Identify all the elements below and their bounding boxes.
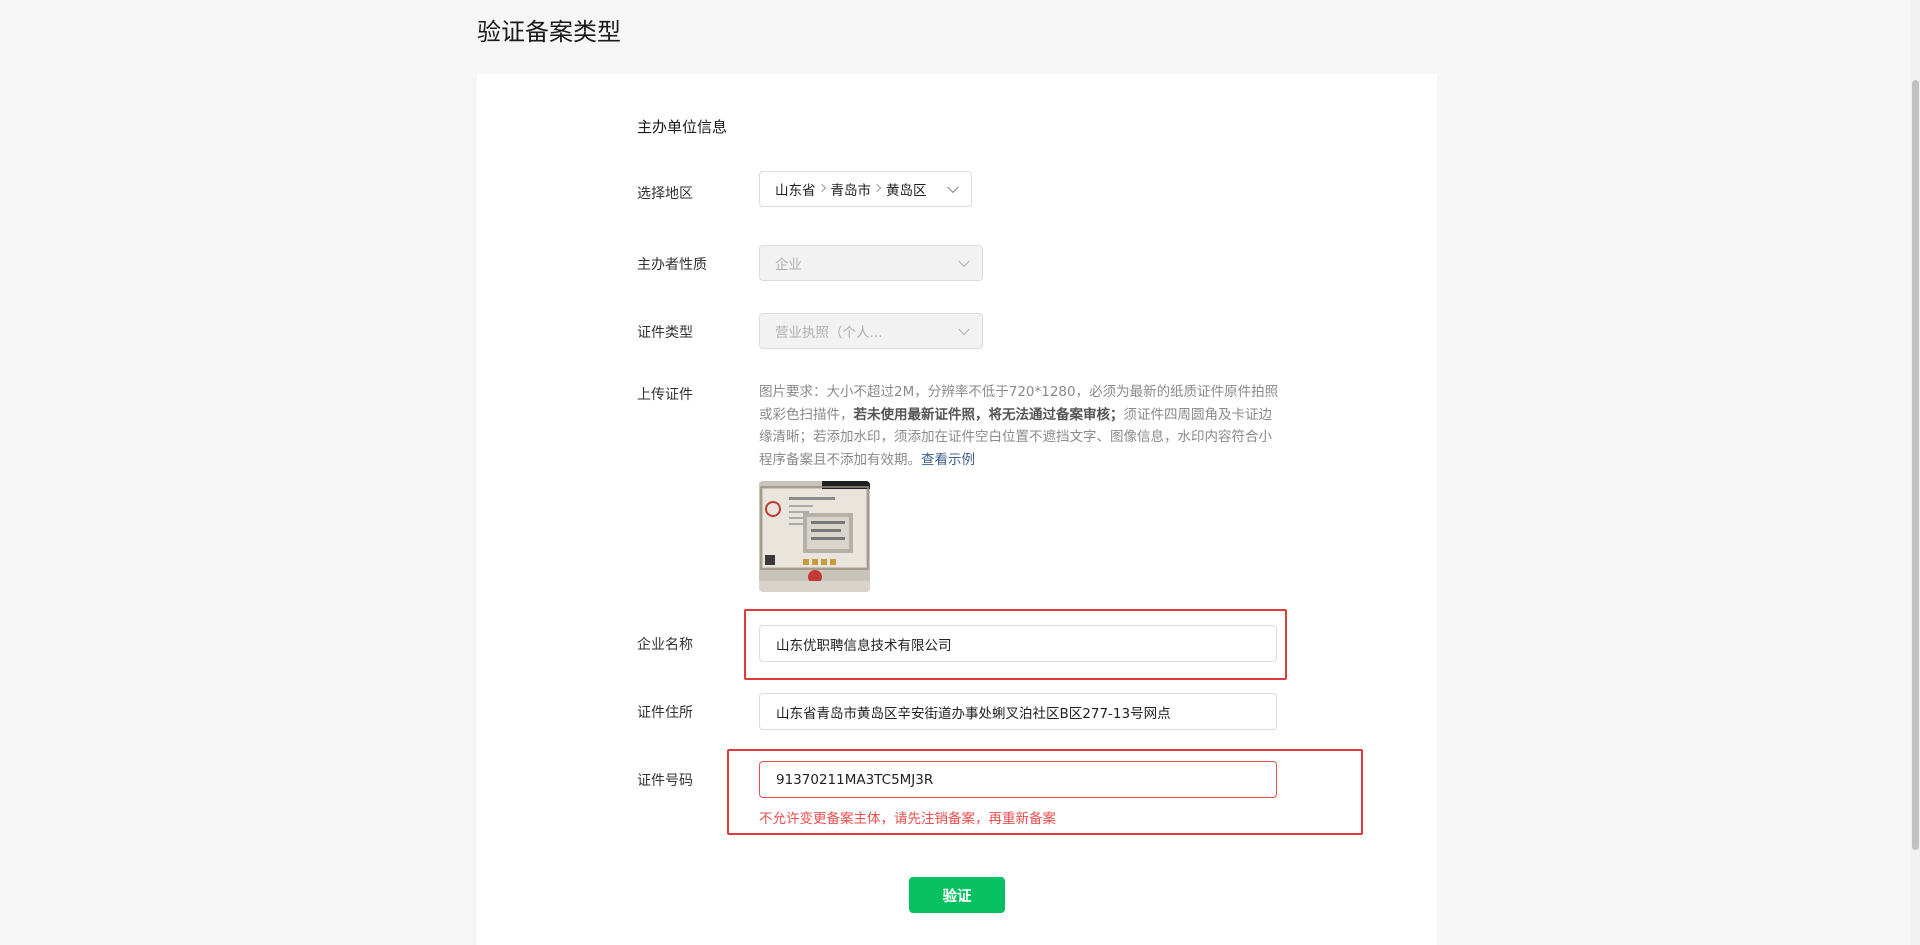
page-title: 验证备案类型 bbox=[477, 18, 621, 46]
highlight-box-company-name bbox=[744, 609, 1287, 680]
certificate-image bbox=[759, 481, 870, 592]
upload-requirements: 图片要求：大小不超过2M，分辨率不低于720*1280，必须为最新的纸质证件原件… bbox=[759, 381, 1281, 471]
scrollbar-thumb[interactable] bbox=[1912, 80, 1919, 850]
verify-button[interactable]: 验证 bbox=[909, 877, 1005, 913]
certificate-type-select[interactable]: 营业执照（个人... bbox=[759, 313, 983, 349]
highlight-box-cert-number bbox=[727, 749, 1363, 835]
region-province: 山东省 bbox=[775, 183, 816, 199]
address-label: 证件住所 bbox=[637, 705, 693, 721]
chevron-down-icon bbox=[958, 255, 970, 268]
upload-label: 上传证件 bbox=[637, 387, 693, 403]
certificate-thumbnail[interactable] bbox=[759, 481, 870, 592]
chevron-down-icon bbox=[947, 181, 959, 194]
chevron-right-icon bbox=[817, 183, 826, 193]
organizer-type-select[interactable]: 企业 bbox=[759, 245, 983, 281]
view-example-link[interactable]: 查看示例 bbox=[921, 452, 975, 468]
certificate-type-value: 营业执照（个人... bbox=[775, 325, 883, 341]
chevron-right-icon bbox=[872, 183, 882, 193]
cert-number-label: 证件号码 bbox=[637, 773, 693, 789]
certificate-type-label: 证件类型 bbox=[637, 325, 693, 341]
chevron-down-icon bbox=[958, 323, 970, 336]
upload-desc-warning: 若未使用最新证件照，将无法通过备案审核； bbox=[853, 406, 1124, 423]
section-title: 主办单位信息 bbox=[637, 118, 728, 136]
organizer-type-value: 企业 bbox=[775, 257, 802, 273]
address-input[interactable]: 山东省青岛市黄岛区辛安街道办事处蜊叉泊社区B区277-13号网点 bbox=[759, 693, 1277, 730]
region-label: 选择地区 bbox=[637, 186, 693, 202]
region-city: 青岛市 bbox=[830, 183, 872, 199]
region-district: 黄岛区 bbox=[886, 183, 927, 199]
organizer-type-label: 主办者性质 bbox=[637, 257, 707, 273]
company-name-label: 企业名称 bbox=[637, 637, 693, 653]
region-select[interactable]: 山东省 青岛市 黄岛区 bbox=[759, 171, 972, 207]
